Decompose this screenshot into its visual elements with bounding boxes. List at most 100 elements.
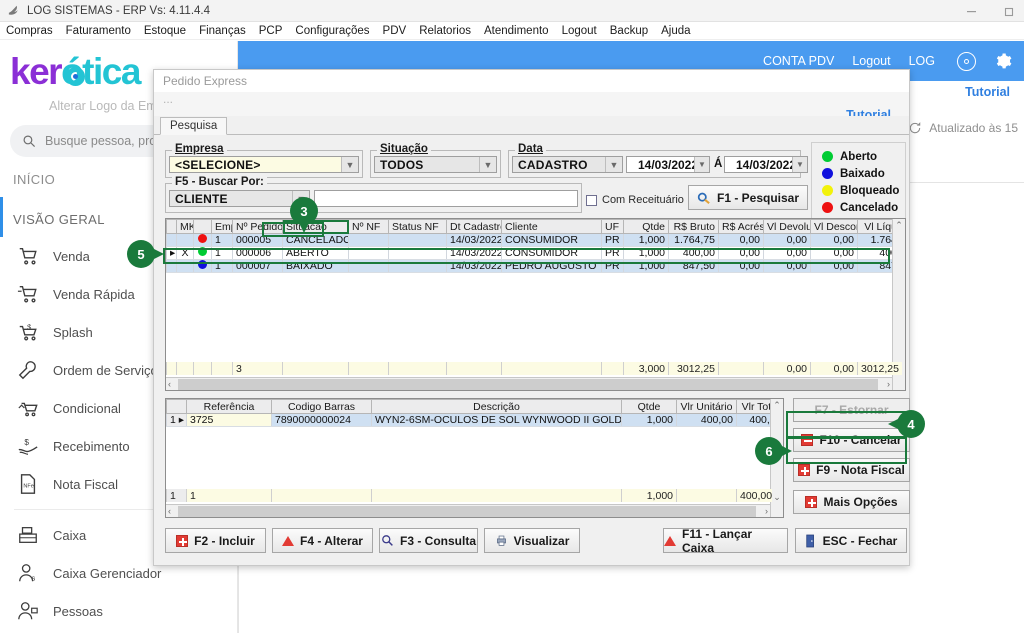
refresh-icon[interactable] bbox=[908, 121, 922, 135]
pedidos-grid-hscrollbar[interactable]: ‹ › bbox=[166, 377, 892, 390]
table-row[interactable]: 1 ▸ 3725 7890000000024 WYN2-6SM-OCULOS D… bbox=[166, 413, 783, 427]
menu-item-pdv[interactable]: PDV bbox=[383, 25, 407, 37]
pesquisar-button[interactable]: F1 - Pesquisar bbox=[688, 185, 808, 210]
row-devoluc: 0,00 bbox=[763, 246, 811, 260]
col-n-nf[interactable]: Nº NF bbox=[348, 219, 389, 234]
header-user-name[interactable]: LOG bbox=[909, 54, 935, 68]
menu-item-compras[interactable]: Compras bbox=[6, 25, 53, 37]
table-row[interactable]: 1 000007 BAIXADO 14/03/2022 PEDRO AUGUST… bbox=[166, 259, 905, 273]
checkbox-box[interactable] bbox=[586, 194, 597, 206]
menu-item-financas[interactable]: Finanças bbox=[199, 25, 246, 37]
menu-item-pcp[interactable]: PCP bbox=[259, 25, 283, 37]
scroll-right-icon[interactable]: › bbox=[887, 379, 890, 389]
data-tipo-select[interactable]: CADASTRO ▼ bbox=[512, 156, 623, 173]
row-mk[interactable] bbox=[176, 259, 194, 273]
scroll-right-icon[interactable]: › bbox=[765, 506, 768, 516]
row-acres: 0,00 bbox=[718, 259, 764, 273]
col-acres[interactable]: R$ Acrés. bbox=[718, 219, 764, 234]
chevron-down-icon[interactable]: ▼ bbox=[694, 157, 709, 172]
chevron-down-icon[interactable]: ▼ bbox=[479, 157, 496, 172]
gear-icon[interactable] bbox=[994, 52, 1012, 70]
row-mk[interactable] bbox=[176, 233, 194, 247]
menu-item-atendimento[interactable]: Atendimento bbox=[484, 25, 549, 37]
hscroll-thumb[interactable] bbox=[178, 379, 878, 390]
col-cliente[interactable]: Cliente bbox=[501, 219, 602, 234]
user-avatar-icon[interactable] bbox=[957, 51, 976, 71]
door-exit-icon bbox=[805, 534, 814, 547]
content-tutorial-link[interactable]: Tutorial bbox=[965, 85, 1010, 99]
col-emp[interactable]: Emp bbox=[211, 219, 233, 234]
scroll-up-icon[interactable]: ⌃ bbox=[895, 220, 903, 231]
col-uf[interactable]: UF bbox=[601, 219, 624, 234]
col-mk[interactable]: MK bbox=[176, 219, 194, 234]
col-qtde[interactable]: Qtde bbox=[623, 219, 669, 234]
row-nf bbox=[348, 259, 389, 273]
chevron-down-icon[interactable]: ▼ bbox=[605, 157, 622, 172]
buscar-por-select[interactable]: CLIENTE ▼ bbox=[169, 190, 310, 207]
header-logout-link[interactable]: Logout bbox=[852, 54, 890, 68]
row-status-dot bbox=[193, 259, 212, 273]
data-ate-field[interactable]: 14/03/2022 ▼ bbox=[724, 156, 808, 173]
scroll-down-icon[interactable]: ⌄ bbox=[773, 492, 781, 503]
wrench-icon bbox=[18, 361, 36, 380]
menu-item-backup[interactable]: Backup bbox=[610, 25, 648, 37]
consulta-button[interactable]: F3 - Consulta bbox=[379, 528, 478, 553]
tab-pesquisa[interactable]: Pesquisa bbox=[160, 117, 228, 135]
table-row[interactable]: 1 000005 CANCELADO 14/03/2022 CONSUMIDOR… bbox=[166, 233, 905, 247]
scroll-up-icon[interactable]: ⌃ bbox=[773, 400, 781, 411]
itens-grid-totals: 1 1 1,000 400,00 bbox=[166, 489, 772, 504]
row-uf: PR bbox=[601, 246, 624, 260]
menu-item-configuracoes[interactable]: Configurações bbox=[295, 25, 369, 37]
buscar-text-input[interactable] bbox=[314, 190, 578, 207]
itens-grid[interactable]: Referência Codigo Barras Descrição Qtde … bbox=[165, 398, 784, 518]
minimize-button[interactable] bbox=[960, 0, 982, 22]
item-row-num: 1 ▸ bbox=[166, 413, 187, 427]
refresh-status[interactable]: Atualizado às 15 bbox=[908, 121, 1018, 135]
scroll-left-icon[interactable]: ‹ bbox=[168, 379, 171, 389]
col-dt-cadastro[interactable]: Dt Cadastro bbox=[446, 219, 502, 234]
situacao-select[interactable]: TODOS ▼ bbox=[374, 156, 497, 173]
menu-item-logout[interactable]: Logout bbox=[562, 25, 597, 37]
lancar-caixa-button[interactable]: F11 - Lançar Caixa bbox=[663, 527, 788, 555]
col-situacao[interactable]: Situacao bbox=[282, 219, 349, 234]
col-item-qtde[interactable]: Qtde bbox=[621, 399, 677, 414]
col-devoluc[interactable]: Vl Devoluc bbox=[763, 219, 811, 234]
row-dt: 14/03/2022 bbox=[446, 259, 502, 273]
itens-grid-hscrollbar[interactable]: ‹ › bbox=[166, 504, 770, 517]
scroll-left-icon[interactable]: ‹ bbox=[168, 506, 171, 516]
table-row[interactable]: ▸ X 1 000006 ABERTO 14/03/2022 CONSUMIDO… bbox=[166, 246, 905, 260]
maximize-button[interactable] bbox=[998, 0, 1020, 22]
col-vlr-unitario[interactable]: Vlr Unitário bbox=[676, 399, 737, 414]
menu-item-ajuda[interactable]: Ajuda bbox=[661, 25, 690, 37]
col-codigo-barras[interactable]: Codigo Barras bbox=[271, 399, 372, 414]
col-descont[interactable]: Vl Descont bbox=[810, 219, 858, 234]
visualizar-button[interactable]: Visualizar bbox=[484, 528, 580, 553]
col-bruto[interactable]: R$ Bruto bbox=[668, 219, 719, 234]
incluir-button[interactable]: F2 - Incluir bbox=[165, 528, 266, 553]
empresa-select[interactable]: <SELECIONE> ▼ bbox=[169, 156, 359, 173]
mais-opcoes-button[interactable]: Mais Opções bbox=[793, 490, 910, 514]
callout-badge-3: 3 bbox=[290, 197, 318, 233]
hscroll-thumb[interactable] bbox=[178, 506, 756, 517]
fechar-button[interactable]: ESC - Fechar bbox=[795, 528, 907, 553]
menu-item-relatorios[interactable]: Relatorios bbox=[419, 25, 471, 37]
data-de-field[interactable]: 14/03/2022 ▼ bbox=[626, 156, 710, 173]
menu-item-estoque[interactable]: Estoque bbox=[144, 25, 186, 37]
cancelar-button[interactable]: F10 - Cancelar bbox=[793, 428, 910, 452]
alterar-button[interactable]: F4 - Alterar bbox=[272, 528, 373, 553]
col-n-pedido[interactable]: Nº Pedido bbox=[232, 219, 283, 234]
pedidos-grid[interactable]: MK Emp Nº Pedido Situacao Nº NF Status N… bbox=[165, 218, 906, 391]
window-controls bbox=[960, 0, 1020, 22]
chevron-down-icon[interactable]: ▼ bbox=[341, 157, 358, 172]
row-mk[interactable]: X bbox=[176, 246, 194, 260]
col-status-nf[interactable]: Status NF bbox=[388, 219, 447, 234]
com-receituario-checkbox[interactable]: Com Receituário bbox=[586, 194, 684, 206]
chevron-down-icon[interactable]: ▼ bbox=[792, 157, 807, 172]
main-menubar[interactable]: Compras Faturamento Estoque Finanças PCP… bbox=[0, 22, 1024, 40]
col-descricao[interactable]: Descrição bbox=[371, 399, 622, 414]
sidebar-item-pessoas[interactable]: Pessoas bbox=[0, 592, 237, 630]
header-account-link[interactable]: CONTA PDV bbox=[763, 54, 834, 68]
col-referencia[interactable]: Referência bbox=[186, 399, 272, 414]
menu-item-faturamento[interactable]: Faturamento bbox=[66, 25, 131, 37]
nota-fiscal-button[interactable]: F9 - Nota Fiscal bbox=[793, 458, 910, 482]
